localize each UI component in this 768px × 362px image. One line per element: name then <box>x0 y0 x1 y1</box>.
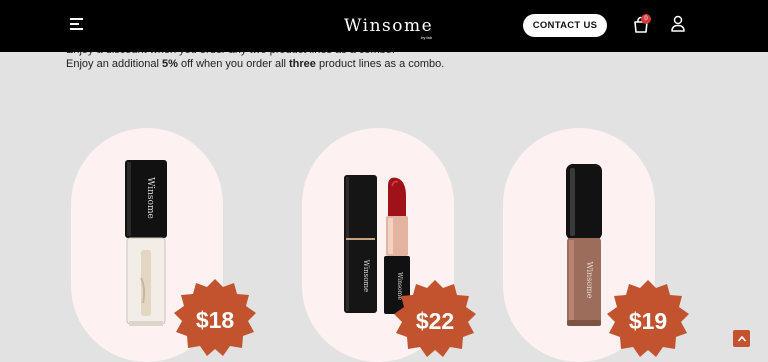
cart-count-badge: 0 <box>641 14 651 24</box>
price-badge: $19 <box>605 278 691 362</box>
combo-three: three <box>289 58 316 70</box>
combo-middle: off when you order all <box>177 58 290 70</box>
price-badge: $18 <box>172 277 258 362</box>
site-header: Winsome by fab CONTACT US 0 <box>0 0 768 52</box>
combo-prefix: Enjoy an additional <box>66 58 163 70</box>
price-label: $19 <box>628 307 668 334</box>
menu-icon[interactable] <box>70 18 84 32</box>
combo-percent: 5% <box>162 58 178 70</box>
price-badge: $22 <box>392 278 478 362</box>
combo-suffix: product lines as a combo. <box>315 58 445 70</box>
user-icon[interactable] <box>670 15 686 33</box>
arrow-up-icon <box>737 335 746 342</box>
promo-combo-line: Enjoy an additional 5% off when you orde… <box>66 58 444 70</box>
brand-mark: Winsome <box>145 177 155 219</box>
logo-text: Winsome <box>344 16 434 36</box>
brand-mark: Winsome <box>585 261 594 298</box>
price-label: $18 <box>195 306 235 333</box>
logo-sub: by fab <box>421 35 432 40</box>
logo[interactable]: Winsome by fab <box>336 10 436 42</box>
scroll-to-top-button[interactable] <box>733 330 750 347</box>
price-label: $22 <box>415 307 455 334</box>
contact-us-button[interactable]: CONTACT US <box>523 14 607 37</box>
brand-mark: Winsome <box>362 260 370 292</box>
